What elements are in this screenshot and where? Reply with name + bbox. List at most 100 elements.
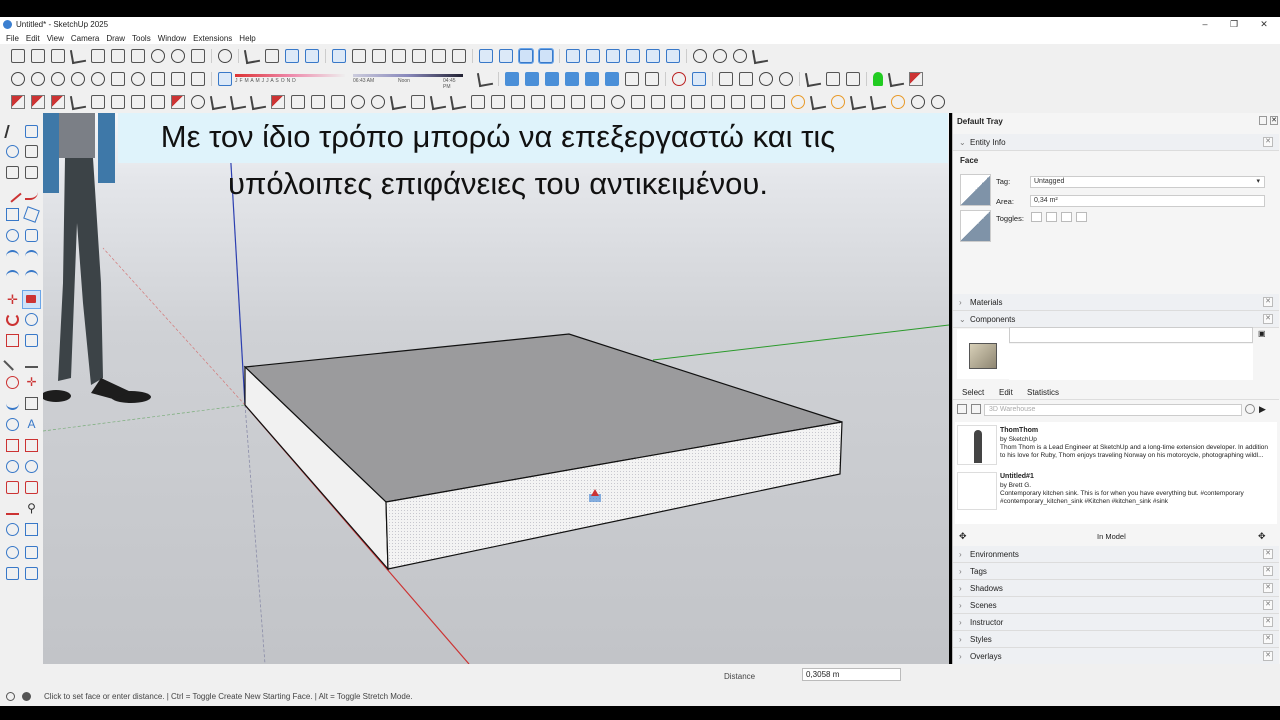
right-view-icon[interactable] [392,49,406,63]
shadow-time-slider[interactable]: 06:43 AM Noon 04:45 PM [353,74,463,90]
ext-41-icon[interactable] [809,93,827,110]
freehand-tool-icon[interactable] [25,187,38,200]
close-panel-icon[interactable]: ✕ [1263,583,1273,593]
redo-icon[interactable] [171,49,185,63]
tab-statistics[interactable]: Statistics [1027,388,1059,397]
maximize-button[interactable]: ❐ [1221,17,1247,32]
settings-gear-icon[interactable] [779,72,793,86]
look-around-icon[interactable] [739,72,753,86]
ext-40-icon[interactable] [791,94,805,109]
look-around-tool-icon[interactable] [6,523,19,536]
distance-input[interactable]: 0,3058 m [802,668,901,681]
ext-26-icon[interactable] [511,94,525,109]
ext-27-icon[interactable] [531,94,545,109]
shadows-header[interactable]: › Shadows ✕ [953,580,1279,597]
component-6-icon[interactable] [666,49,680,63]
sandbox-4-icon[interactable] [25,567,38,580]
box-2-icon[interactable] [525,72,539,86]
offset-tool-icon[interactable] [25,334,38,347]
circle-tool-icon[interactable] [6,229,19,242]
component-4-icon[interactable] [626,49,640,63]
tab-edit[interactable]: Edit [999,388,1013,397]
component-2-icon[interactable] [586,49,600,63]
tags-header[interactable]: › Tags ✕ [953,563,1279,580]
cast-shadows-icon[interactable] [1061,212,1072,222]
ext-6-icon[interactable] [111,94,125,109]
new-file-icon[interactable] [11,49,25,63]
text-tool-icon[interactable] [6,397,19,410]
styles-header[interactable]: › Styles ✕ [953,631,1279,648]
previous-view-icon[interactable] [25,481,38,494]
make-component-icon[interactable] [265,49,279,63]
in-model-label[interactable]: In Model [1097,532,1126,541]
ext-5-icon[interactable] [91,94,105,109]
share-model-icon[interactable] [733,49,747,63]
ext-36-icon[interactable] [711,94,725,109]
left-view-icon[interactable] [432,49,446,63]
view-options-icon[interactable] [957,404,967,414]
receive-shadows-icon[interactable] [1076,212,1087,222]
ext-21-icon[interactable] [411,94,425,109]
select-arrow-icon[interactable] [243,47,261,65]
axes-tool-icon[interactable]: ✛ [25,376,38,389]
arc3-tool-icon[interactable] [25,270,38,283]
component-name-field[interactable] [1009,327,1253,343]
zoom-icon[interactable] [91,72,105,86]
info-icon[interactable] [22,692,31,701]
modeling-viewport[interactable]: Με τον ίδιο τρόπο μπορώ να επεξεργαστώ κ… [43,113,949,664]
ext-34-icon[interactable] [671,94,685,109]
ext-25-icon[interactable] [491,94,505,109]
section-tool-icon[interactable] [6,439,19,452]
shadows-toggle-icon[interactable] [218,72,232,86]
protractor-icon[interactable] [25,355,38,368]
menu-tools[interactable]: Tools [132,34,151,43]
orbit-icon[interactable] [51,72,65,86]
component-1-icon[interactable] [566,49,580,63]
zoom-window-icon[interactable] [111,72,125,86]
list-item-name[interactable]: ThomThom [1000,427,1038,434]
close-panel-icon[interactable]: ✕ [1263,651,1273,661]
hand-icon[interactable] [759,72,773,86]
lock-toggle-icon[interactable] [1046,212,1057,222]
menu-window[interactable]: Window [158,34,186,43]
position-camera-icon[interactable] [6,502,19,515]
arc-tool-icon[interactable] [6,250,19,263]
box-1-icon[interactable] [505,72,519,86]
extension-warehouse-icon[interactable] [713,49,727,63]
close-panel-icon[interactable]: ✕ [1263,617,1273,627]
sandbox-1-icon[interactable] [6,546,19,559]
lasso-tool-icon[interactable] [25,125,38,138]
record-icon[interactable] [672,72,686,86]
close-panel-icon[interactable]: ✕ [1263,600,1273,610]
minimize-button[interactable]: – [1192,17,1218,32]
zoom-extents-icon[interactable] [131,72,145,86]
scenes-header[interactable]: › Scenes ✕ [953,597,1279,614]
rotated-rect-tool-icon[interactable] [23,206,40,223]
ext-16-icon[interactable] [311,94,325,109]
extension-manager-icon[interactable] [751,47,769,65]
component-3-icon[interactable] [606,49,620,63]
tool-b-icon[interactable] [826,72,840,86]
front-view-icon[interactable] [372,49,386,63]
menu-help[interactable]: Help [239,34,255,43]
ext-9-icon[interactable] [171,94,185,109]
undo-icon[interactable] [151,49,165,63]
tag-tool-icon[interactable] [6,166,19,179]
back-edges-icon[interactable] [499,49,513,63]
text-icon[interactable] [887,70,905,88]
shadow-month-slider[interactable]: J F M A M J J A S O N D [235,74,345,84]
model-info-icon[interactable] [218,49,232,63]
close-panel-icon[interactable]: ✕ [1263,549,1273,559]
save-icon[interactable] [51,49,65,63]
close-window-button[interactable]: ✕ [1251,17,1277,32]
print-icon[interactable] [191,49,205,63]
xray-style-icon[interactable] [479,49,493,63]
zoom-window-tool-icon[interactable] [25,460,38,473]
menu-view[interactable]: View [47,34,64,43]
style-1-icon[interactable] [11,72,25,86]
green-person-icon[interactable] [873,72,883,86]
eraser-tool-icon[interactable] [25,145,38,158]
cut-icon[interactable] [69,47,87,65]
list-item-thumbnail[interactable] [957,472,997,510]
box-5-icon[interactable] [585,72,599,86]
